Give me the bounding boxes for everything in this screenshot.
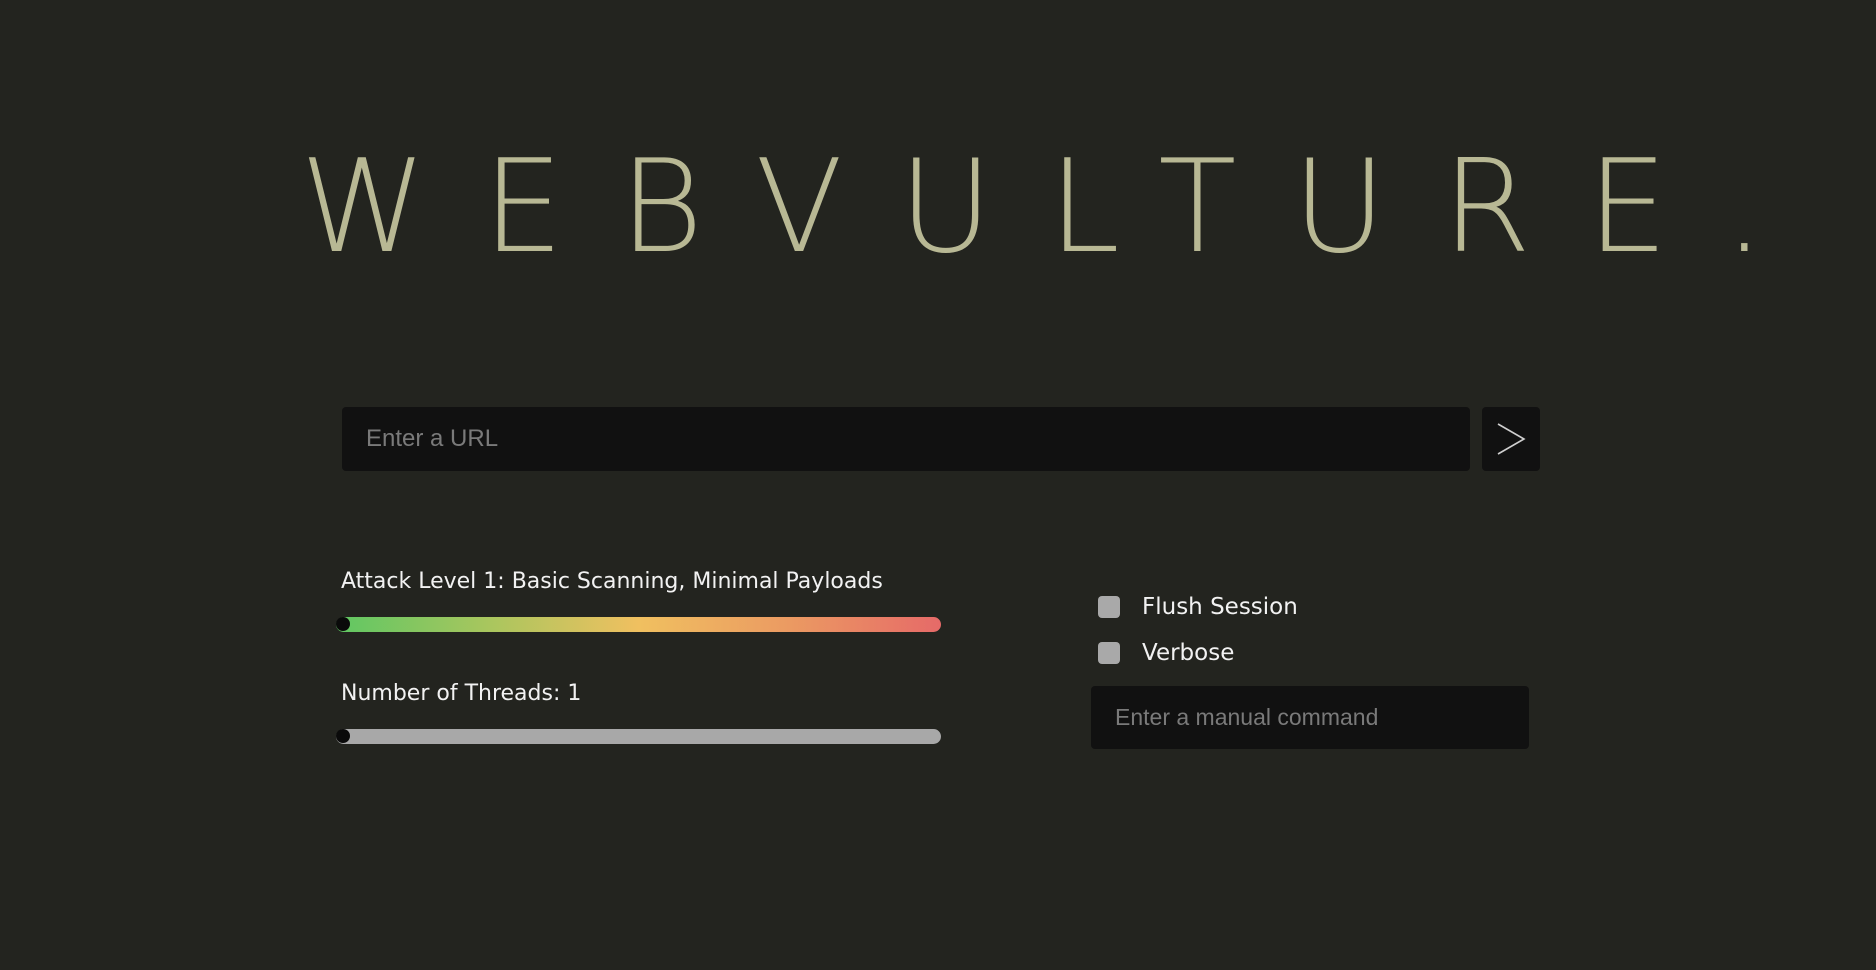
flush-session-option[interactable]: Flush Session	[1098, 592, 1298, 622]
app-logo: WEBVULTURE.	[300, 133, 1821, 282]
submit-url-button[interactable]	[1482, 407, 1540, 471]
verbose-option[interactable]: Verbose	[1098, 638, 1234, 668]
threads-label: Number of Threads: 1	[341, 681, 582, 706]
threads-slider-thumb[interactable]	[336, 729, 350, 743]
url-input-container	[342, 407, 1470, 471]
manual-command-container	[1091, 686, 1529, 749]
flush-session-checkbox[interactable]	[1098, 596, 1120, 618]
manual-command-input[interactable]	[1091, 686, 1529, 749]
attack-level-label: Attack Level 1: Basic Scanning, Minimal …	[341, 569, 883, 594]
page: WEBVULTURE. Attack Level 1: Basic Scanni…	[0, 0, 1876, 970]
attack-level-slider-thumb[interactable]	[336, 617, 350, 631]
verbose-label: Verbose	[1142, 640, 1235, 666]
verbose-checkbox[interactable]	[1098, 642, 1120, 664]
threads-slider[interactable]	[336, 729, 941, 744]
url-input[interactable]	[342, 407, 1470, 471]
flush-session-label: Flush Session	[1142, 594, 1298, 620]
attack-level-slider[interactable]	[336, 617, 941, 632]
chevron-right-icon	[1497, 423, 1526, 455]
